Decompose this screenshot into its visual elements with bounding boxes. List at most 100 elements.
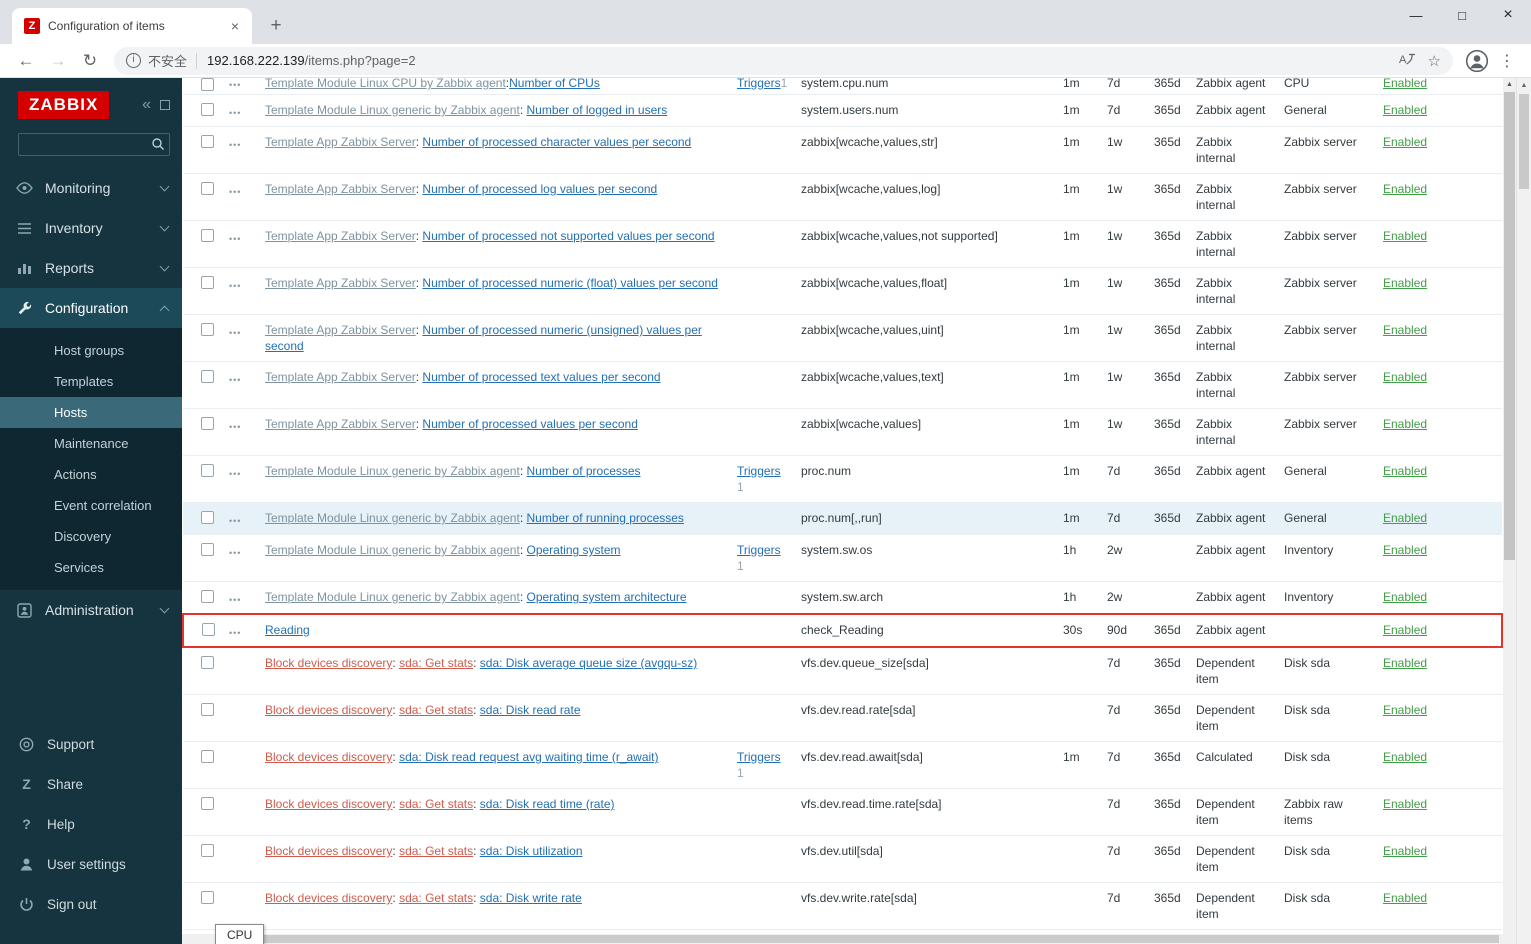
status-link[interactable]: Enabled [1383,370,1427,384]
context-menu-icon[interactable]: ••• [229,187,241,197]
bookmark-star-icon[interactable]: ☆ [1428,52,1441,70]
item-name-link[interactable]: Number of processed numeric (float) valu… [422,276,717,290]
status-link[interactable]: Enabled [1383,464,1427,478]
row-checkbox[interactable] [201,543,214,556]
sidebar-item-configuration[interactable]: Configuration [0,288,182,328]
row-checkbox[interactable] [201,464,214,477]
item-name-link[interactable]: Number of running processes [527,511,684,525]
status-link[interactable]: Enabled [1383,323,1427,337]
triggers-link[interactable]: Triggers [737,464,781,478]
address-bar[interactable]: i 不安全 192.168.222.139/items.php?page=2 A… [114,46,1453,75]
content-horizontal-scrollbar[interactable] [182,934,1503,944]
row-checkbox[interactable] [201,229,214,242]
sidebar-item-monitoring[interactable]: Monitoring [0,168,182,208]
context-menu-icon[interactable]: ••• [229,234,241,244]
tab-close-icon[interactable]: × [226,18,244,34]
context-menu-icon[interactable]: ••• [229,108,241,118]
status-link[interactable]: Enabled [1383,750,1427,764]
item-name-link[interactable]: sda: Disk average queue size (avgqu-sz) [480,656,697,670]
status-link[interactable]: Enabled [1383,229,1427,243]
row-checkbox[interactable] [201,78,214,91]
discovery-rule-link[interactable]: Block devices discovery [265,750,392,764]
row-checkbox[interactable] [201,703,214,716]
close-button[interactable]: × [1485,0,1531,30]
item-name-link[interactable]: sda: Disk read rate [480,703,581,717]
profile-avatar[interactable] [1465,49,1489,73]
row-checkbox[interactable] [201,750,214,763]
reload-button[interactable]: ↻ [74,47,106,75]
sidebar-item-inventory[interactable]: Inventory [0,208,182,248]
sidebar-item-event-correlation[interactable]: Event correlation [0,490,182,521]
row-checkbox[interactable] [202,623,215,636]
status-link[interactable]: Enabled [1383,623,1427,637]
row-checkbox[interactable] [201,511,214,524]
item-name-link[interactable]: sda: Disk read request avg waiting time … [399,750,658,764]
discovery-rule-link[interactable]: Block devices discovery [265,844,392,858]
scrollbar-thumb[interactable] [1504,92,1515,560]
discovery-rule-link[interactable]: sda: Get stats [399,844,473,858]
discovery-rule-link[interactable]: Block devices discovery [265,891,392,905]
template-link[interactable]: Template App Zabbix Server [265,417,416,431]
status-link[interactable]: Enabled [1383,78,1427,91]
status-link[interactable]: Enabled [1383,276,1427,290]
translate-icon[interactable]: A [1399,51,1416,70]
sidebar-item-administration[interactable]: Administration [0,590,182,630]
row-checkbox[interactable] [201,135,214,148]
row-checkbox[interactable] [201,417,214,430]
row-checkbox[interactable] [201,656,214,669]
browser-menu-icon[interactable]: ⋮ [1499,51,1515,71]
window-vertical-scrollbar[interactable]: ▲ [1516,78,1531,944]
page-info-icon[interactable]: i [126,53,141,68]
status-link[interactable]: Enabled [1383,590,1427,604]
sidebar-item-user-settings[interactable]: User settings [0,844,182,884]
context-menu-icon[interactable]: ••• [229,516,241,526]
fullscreen-icon[interactable] [160,100,170,110]
sidebar-item-support[interactable]: Support [0,724,182,764]
template-link[interactable]: Template Module Linux generic by Zabbix … [265,590,520,604]
row-checkbox[interactable] [201,323,214,336]
triggers-link[interactable]: Triggers [737,750,781,764]
status-link[interactable]: Enabled [1383,511,1427,525]
row-checkbox[interactable] [201,844,214,857]
item-name-link[interactable]: sda: Disk utilization [480,844,583,858]
zabbix-logo[interactable]: ZABBIX [18,91,110,119]
item-name-link[interactable]: sda: Disk read time (rate) [480,797,615,811]
item-name-link[interactable]: Number of processed log values per secon… [422,182,657,196]
item-name-link[interactable]: Number of processed not supported values… [422,229,714,243]
discovery-rule-link[interactable]: sda: Get stats [399,703,473,717]
context-menu-icon[interactable]: ••• [229,328,241,338]
sidebar-item-hosts[interactable]: Hosts [0,397,182,428]
scroll-up-icon[interactable]: ▲ [1517,78,1531,93]
sidebar-item-actions[interactable]: Actions [0,459,182,490]
status-link[interactable]: Enabled [1383,656,1427,670]
context-menu-icon[interactable]: ••• [229,628,241,638]
status-link[interactable]: Enabled [1383,543,1427,557]
browser-tab[interactable]: Z Configuration of items × [12,8,252,44]
content-vertical-scrollbar[interactable]: ▲ [1503,78,1516,934]
discovery-rule-link[interactable]: sda: Get stats [399,797,473,811]
discovery-rule-link[interactable]: Block devices discovery [265,797,392,811]
triggers-link[interactable]: Triggers [737,78,781,91]
template-link[interactable]: Template Module Linux generic by Zabbix … [265,543,520,557]
sidebar-item-help[interactable]: ? Help [0,804,182,844]
row-checkbox[interactable] [201,891,214,904]
context-menu-icon[interactable]: ••• [229,78,241,91]
sidebar-item-templates[interactable]: Templates [0,366,182,397]
context-menu-icon[interactable]: ••• [229,281,241,291]
discovery-rule-link[interactable]: Block devices discovery [265,656,392,670]
collapse-sidebar-icon[interactable]: « [142,97,151,113]
sidebar-item-maintenance[interactable]: Maintenance [0,428,182,459]
search-input[interactable] [18,133,170,156]
forward-button[interactable]: → [42,47,74,75]
discovery-rule-link[interactable]: Block devices discovery [265,703,392,717]
row-checkbox[interactable] [201,797,214,810]
context-menu-icon[interactable]: ••• [229,140,241,150]
sidebar-item-services[interactable]: Services [0,552,182,583]
sidebar-item-discovery[interactable]: Discovery [0,521,182,552]
status-link[interactable]: Enabled [1383,844,1427,858]
context-menu-icon[interactable]: ••• [229,375,241,385]
context-menu-icon[interactable]: ••• [229,469,241,479]
item-name-link[interactable]: sda: Disk write rate [480,891,582,905]
status-link[interactable]: Enabled [1383,182,1427,196]
template-link[interactable]: Template Module Linux generic by Zabbix … [265,464,520,478]
